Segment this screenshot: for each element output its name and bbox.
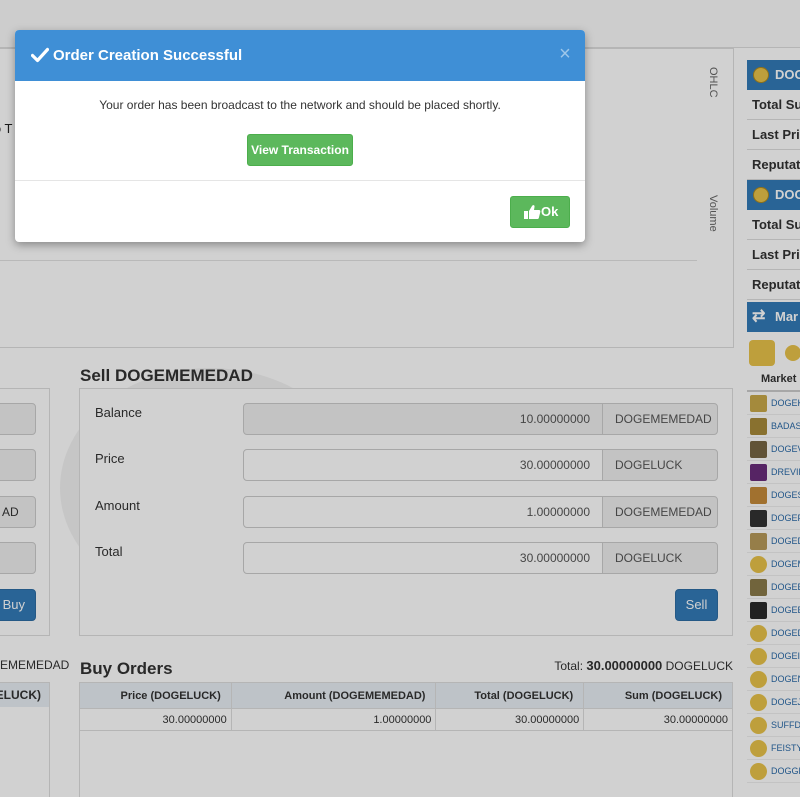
modal-footer: Ok <box>15 180 585 242</box>
modal-body: Your order has been broadcast to the net… <box>15 81 585 181</box>
modal-title: Order Creation Successful <box>53 47 243 64</box>
close-icon[interactable]: × <box>555 43 575 65</box>
order-success-modal: Order Creation Successful × Your order h… <box>15 30 585 242</box>
modal-message: Your order has been broadcast to the net… <box>99 98 501 112</box>
thumbs-up-icon <box>524 205 541 219</box>
view-transaction-button[interactable]: View Transaction <box>247 134 353 166</box>
checkmark-icon <box>31 47 49 63</box>
ok-button-label: Ok <box>541 204 559 219</box>
ok-button[interactable]: Ok <box>510 196 570 228</box>
modal-header: Order Creation Successful × <box>15 30 585 81</box>
